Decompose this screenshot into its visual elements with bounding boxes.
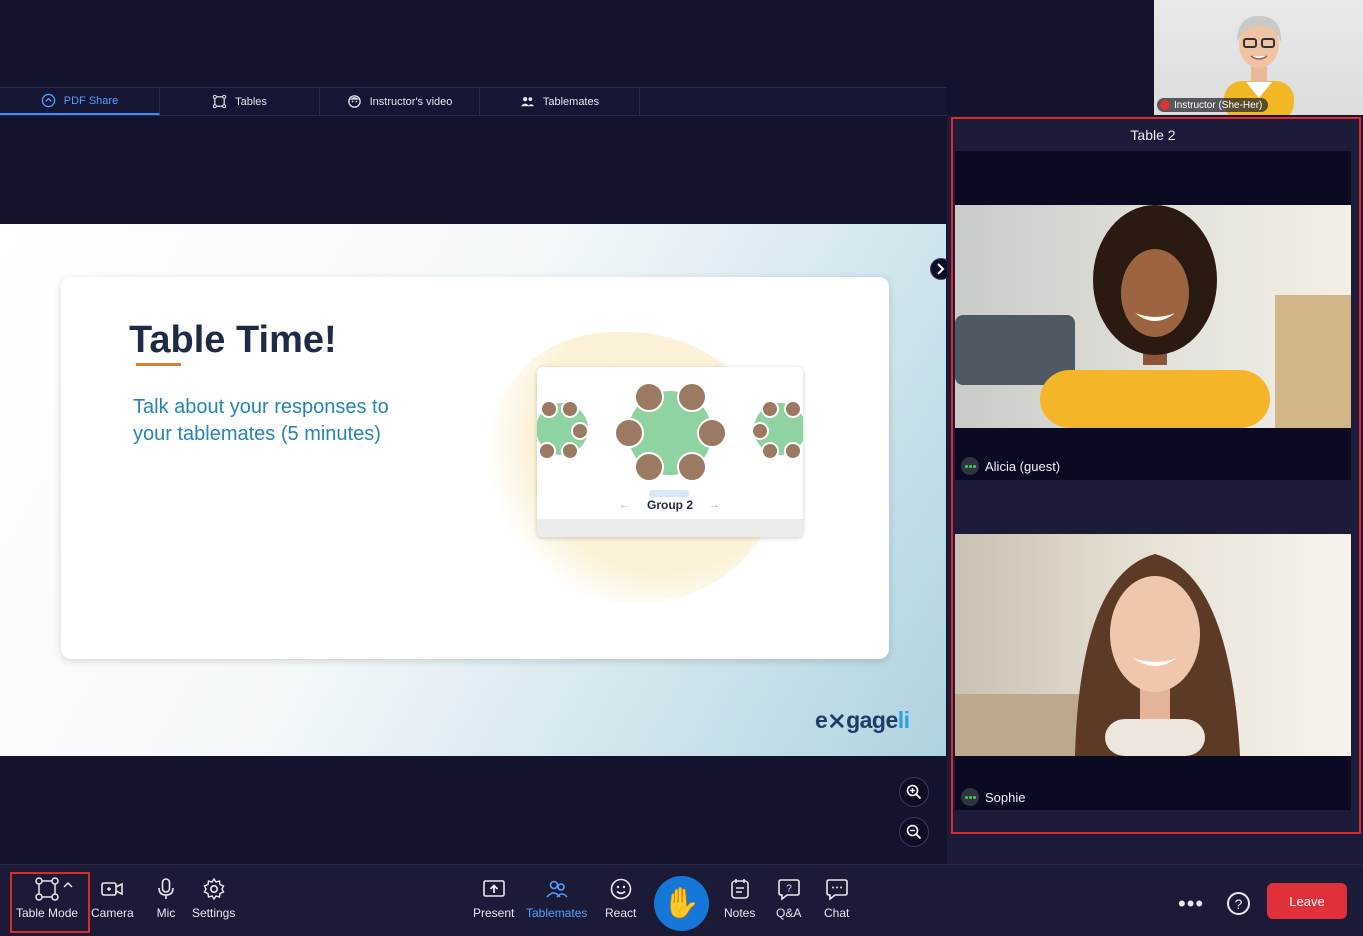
- zoom-in-icon: [906, 784, 922, 800]
- tab-tables[interactable]: Tables: [160, 88, 320, 115]
- react-button[interactable]: React: [605, 877, 636, 920]
- people-icon: [520, 97, 534, 107]
- instructor-face-icon: [347, 95, 361, 108]
- participant-tile-alicia[interactable]: Alicia (guest): [955, 151, 1351, 480]
- gear-icon: [203, 877, 225, 901]
- help-button[interactable]: ?: [1227, 892, 1250, 915]
- table-mode-label: Table Mode: [16, 906, 79, 920]
- participant-tile-sophie[interactable]: Sophie: [955, 534, 1351, 810]
- svg-text:?: ?: [786, 884, 792, 895]
- logo-accent: li: [897, 707, 910, 733]
- tab-tablemates[interactable]: Tablemates: [480, 88, 640, 115]
- chevron-right-icon: [937, 263, 945, 275]
- tab-instructors-video[interactable]: Instructor's video: [320, 88, 480, 115]
- slide-title: Table Time!: [129, 319, 337, 361]
- slide-body: Talk about your responses to your tablem…: [133, 396, 389, 445]
- react-label: React: [605, 906, 637, 920]
- raise-hand-button[interactable]: ✋: [654, 876, 709, 931]
- notes-button[interactable]: Notes: [724, 877, 755, 920]
- more-options-button[interactable]: •••: [1178, 891, 1204, 917]
- tab-label: PDF Share: [63, 94, 119, 107]
- title-underline: [136, 363, 181, 366]
- zoom-out-button[interactable]: [899, 817, 929, 847]
- sophie-portrait: [955, 554, 1240, 756]
- zoom-in-button[interactable]: [899, 777, 929, 807]
- table-mode-icon: [35, 877, 59, 901]
- alicia-portrait: [955, 205, 1351, 428]
- audio-activity-icon: [961, 788, 979, 806]
- tables-icon: [212, 94, 227, 109]
- chat-label: Chat: [824, 906, 850, 920]
- tables-preview-image: ← Group 2 →: [537, 367, 803, 537]
- mic-label: Mic: [156, 906, 176, 920]
- present-icon: [482, 880, 505, 897]
- tab-pdf-share[interactable]: PDF Share: [0, 88, 160, 115]
- mic-muted-icon: [1160, 100, 1170, 110]
- settings-label: Settings: [192, 906, 236, 920]
- logo-main: e⨯gage: [815, 707, 898, 733]
- raise-hand-icon: ✋: [662, 887, 701, 920]
- camera-label: Camera: [91, 906, 134, 920]
- mic-button[interactable]: Mic: [154, 877, 178, 920]
- tables-illustration: [537, 382, 803, 497]
- instructor-video[interactable]: Instructor (She-Her): [1154, 0, 1363, 115]
- mini-next-arrow: →: [709, 499, 720, 511]
- mini-footer: [537, 519, 803, 537]
- mini-group-label: Group 2: [646, 498, 693, 512]
- qa-label: Q&A: [776, 906, 802, 920]
- chat-button[interactable]: Chat: [824, 877, 849, 920]
- tab-label: Tablemates: [542, 95, 600, 108]
- present-button[interactable]: Present: [473, 877, 514, 920]
- pdf-slide: Table Time! Talk about your responses to…: [0, 224, 946, 756]
- engageli-logo: e⨯gageli: [815, 707, 910, 734]
- question-bubble-icon: ?: [777, 879, 800, 901]
- chevron-up-icon[interactable]: [63, 881, 73, 888]
- notes-label: Notes: [724, 906, 756, 920]
- tab-label: Tables: [235, 95, 267, 108]
- audio-activity-icon: [961, 457, 979, 475]
- tablemates-label: Tablemates: [526, 906, 588, 920]
- mic-icon: [158, 878, 174, 899]
- instructor-name: Instructor (She-Her): [1174, 99, 1263, 111]
- slide-card: Table Time! Talk about your responses to…: [61, 277, 889, 659]
- leave-button[interactable]: Leave: [1267, 883, 1347, 919]
- qa-button[interactable]: ? Q&A: [776, 877, 801, 920]
- panel-title: Table 2: [1130, 127, 1176, 143]
- camera-icon: [101, 882, 124, 896]
- view-tabs: PDF Share Tables Instructor's video Tabl…: [0, 87, 947, 116]
- settings-button[interactable]: Settings: [192, 877, 235, 920]
- tablemates-icon: [546, 880, 568, 898]
- bottom-toolbar: Table Mode Camera Mic Settings Present T…: [0, 864, 1363, 936]
- pdf-share-icon: [41, 93, 56, 108]
- instructor-label: Instructor (She-Her): [1157, 98, 1269, 112]
- chat-bubble-icon: [825, 879, 848, 901]
- tab-label: Instructor's video: [369, 95, 453, 108]
- participant-video: [955, 534, 1351, 756]
- tablemates-button[interactable]: Tablemates: [526, 877, 587, 920]
- camera-button[interactable]: Camera: [91, 877, 134, 920]
- notes-icon: [730, 879, 749, 899]
- smiley-icon: [610, 878, 631, 900]
- participant-video: [955, 205, 1351, 428]
- participant-name: Sophie: [985, 789, 1026, 805]
- participant-name-tag: Sophie: [961, 788, 1025, 806]
- meeting-window: PDF Share Tables Instructor's video Tabl…: [0, 0, 1363, 936]
- present-label: Present: [473, 906, 515, 920]
- zoom-out-icon: [906, 824, 922, 840]
- participant-name: Alicia (guest): [985, 458, 1061, 474]
- participant-name-tag: Alicia (guest): [961, 457, 1060, 475]
